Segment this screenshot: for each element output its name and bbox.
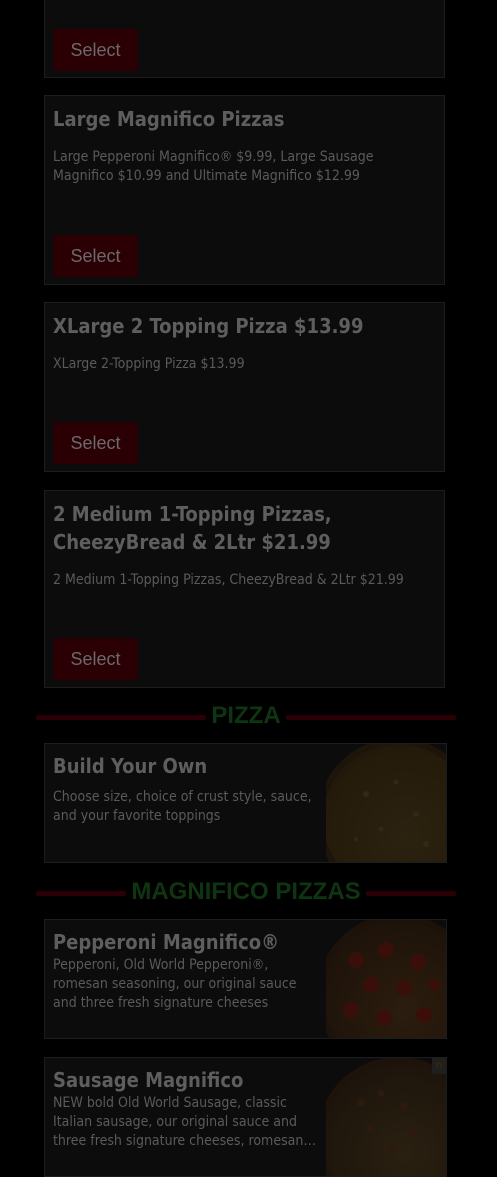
deal-title: Large Magnifico Pizzas [53,107,285,131]
section-title: MAGNIFICO PIZZAS [131,878,361,905]
item-description: Choose size, choice of crust style, sauc… [53,789,312,824]
menu-page: Select Large Magnifico Pizzas Large Pepp… [0,0,497,1177]
section-title: PIZZA [211,702,281,729]
deal-card: Select [44,0,445,78]
section-header-magnifico: MAGNIFICO PIZZAS [36,877,456,907]
sausage-pizza-image [326,1058,446,1176]
deal-title: 2 Medium 1-Topping Pizzas, CheezyBread &… [53,502,332,554]
deal-description: Large Pepperoni Magnifico® $9.99, Large … [53,149,374,184]
deal-description: 2 Medium 1-Topping Pizzas, CheezyBread &… [53,572,404,588]
item-description: NEW bold Old World Sausage, classic Ital… [53,1095,304,1149]
menu-item-sausage-magnifico[interactable]: Sausage Magnifico NEW bold Old World Sau… [44,1057,447,1177]
deal-description: XLarge 2-Topping Pizza $13.99 [53,356,245,372]
select-button[interactable]: Select [53,422,138,464]
item-title: Build Your Own [53,754,208,778]
section-header-pizza: PIZZA [36,701,456,731]
select-button[interactable]: Select [53,235,138,277]
item-title: Sausage Magnifico [53,1068,244,1092]
item-description: Pepperoni, Old World Pepperoni®, romesan… [53,957,297,1011]
item-title: Pepperoni Magnifico® [53,930,280,954]
deal-card: Large Magnifico Pizzas Large Pepperoni M… [44,95,445,285]
new-badge: n [432,1058,446,1074]
cheese-pizza-image [326,744,446,862]
deal-card: 2 Medium 1-Topping Pizzas, CheezyBread &… [44,490,445,688]
select-button[interactable]: Select [53,638,138,680]
deal-card: XLarge 2 Topping Pizza $13.99 XLarge 2-T… [44,302,445,472]
menu-item-pepperoni-magnifico[interactable]: Pepperoni Magnifico® Pepperoni, Old Worl… [44,919,447,1039]
pepperoni-pizza-image [326,920,446,1038]
deal-title: XLarge 2 Topping Pizza $13.99 [53,314,364,338]
select-button[interactable]: Select [53,29,138,71]
menu-item-build-your-own[interactable]: Build Your Own Choose size, choice of cr… [44,743,447,863]
